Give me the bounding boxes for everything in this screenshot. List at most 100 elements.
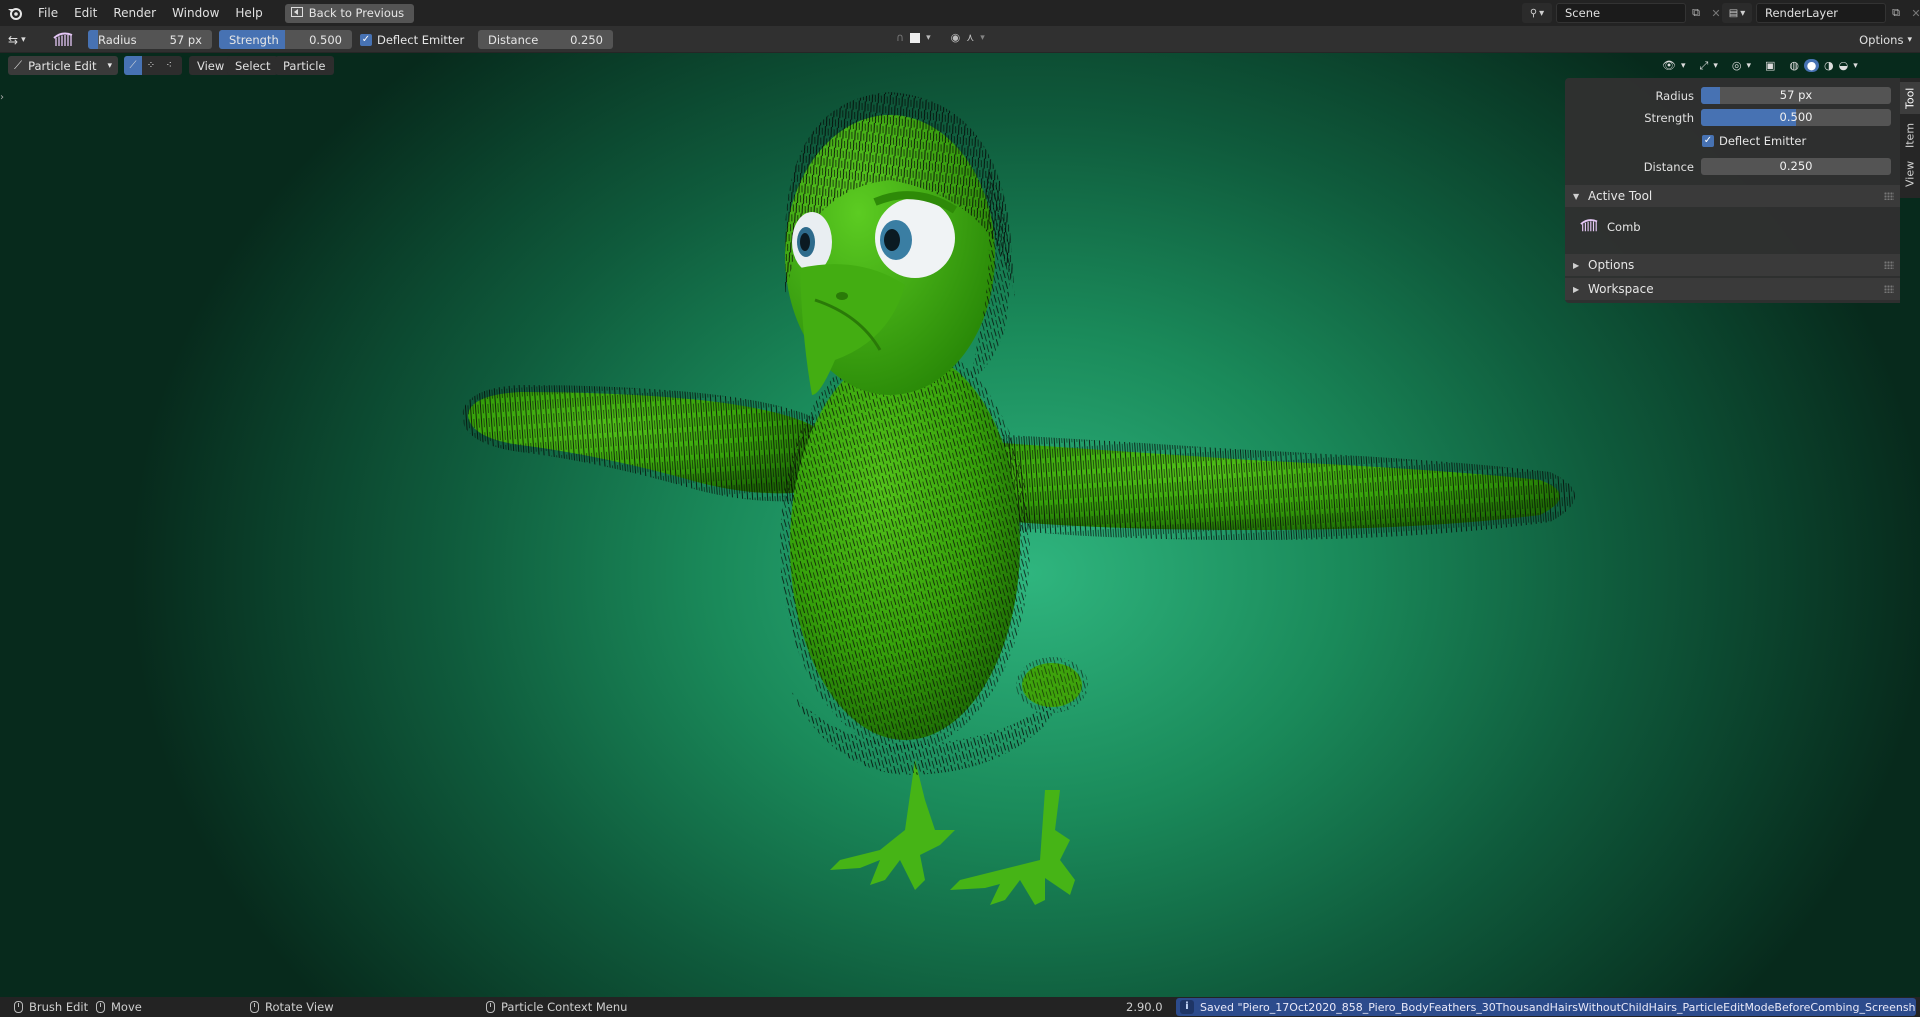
sidebar-strength-value: 0.500 xyxy=(1779,110,1813,124)
chevron-down-icon[interactable]: ▾ xyxy=(926,33,931,43)
back-icon xyxy=(290,6,303,20)
strength-field[interactable]: Strength 0.500 xyxy=(219,30,352,49)
sidebar-deflect-emitter-checkbox[interactable]: ✓ Deflect Emitter xyxy=(1702,134,1806,148)
point-mode-icon[interactable]: ⁘ xyxy=(142,56,160,75)
menu-help[interactable]: Help xyxy=(227,0,270,26)
magnet-icon[interactable]: ∩ xyxy=(896,31,904,44)
select-mode-buttons: ⟋ ⁘ ⁖ xyxy=(124,56,182,75)
sidebar-distance-label: Distance xyxy=(1643,160,1694,174)
viewport-header: ⟋ Particle Edit ▾ ⟋ ⁘ ⁖ View Select Part… xyxy=(0,53,1920,77)
view-layer-name-field[interactable]: RenderLayer xyxy=(1756,3,1886,23)
options-section-label: Options xyxy=(1588,258,1635,272)
new-scene-icon[interactable]: ⧉ xyxy=(1686,3,1706,23)
menu-view[interactable]: View xyxy=(189,56,233,75)
triangle-down-icon: ▼ xyxy=(1573,191,1580,201)
tab-item[interactable]: Item xyxy=(1900,118,1920,152)
menu-render[interactable]: Render xyxy=(105,0,164,26)
tip-mode-icon[interactable]: ⁖ xyxy=(160,56,178,75)
wireframe-shading-icon[interactable]: ◍ xyxy=(1789,59,1799,72)
sidebar-radius-label: Radius xyxy=(1655,89,1694,103)
mouse-left-icon xyxy=(14,1001,23,1013)
menu-edit[interactable]: Edit xyxy=(66,0,105,26)
options-dropdown[interactable]: Options ▾ xyxy=(1859,30,1912,49)
tool-settings-header: ⇆ ▾ Radius 57 px Strength 0.500 ✓ Deflect… xyxy=(0,26,1920,53)
scene-name-field[interactable]: Scene xyxy=(1556,3,1686,23)
new-view-layer-icon[interactable]: ⧉ xyxy=(1886,3,1906,23)
saved-report-message[interactable]: i Saved "Piero_17Oct2020_858_Piero_BodyF… xyxy=(1176,998,1916,1016)
toolbar-expand-icon[interactable]: › xyxy=(0,92,4,103)
path-mode-icon[interactable]: ⟋ xyxy=(124,56,142,75)
status-move-label: Move xyxy=(111,1000,142,1014)
blender-logo-icon[interactable] xyxy=(0,0,30,26)
info-icon: i xyxy=(1180,1000,1194,1014)
chevron-down-icon: ▾ xyxy=(107,60,112,71)
active-tool-section-header[interactable]: ▼ Active Tool xyxy=(1565,185,1900,207)
status-rotate-view: Rotate View xyxy=(250,997,334,1017)
active-tool-comb[interactable]: Comb xyxy=(1579,216,1641,237)
drag-grip-icon[interactable] xyxy=(1884,261,1894,269)
delete-view-layer-icon[interactable]: ✕ xyxy=(1906,3,1920,23)
menu-particle[interactable]: Particle xyxy=(275,56,334,75)
sidebar-distance-value: 0.250 xyxy=(1779,159,1813,173)
back-to-previous-label: Back to Previous xyxy=(308,6,405,20)
status-brush-edit-label: Brush Edit xyxy=(29,1000,89,1014)
back-to-previous-button[interactable]: Back to Previous xyxy=(284,3,415,23)
comb-brush-icon[interactable] xyxy=(52,29,74,49)
menu-file[interactable]: File xyxy=(30,0,66,26)
view-layer-icon: ▤ xyxy=(1728,7,1739,19)
visibility-icon[interactable]: 👁 xyxy=(1662,59,1676,72)
sidebar-distance-field[interactable]: 0.250 xyxy=(1701,158,1891,175)
mode-selector[interactable]: ⟋ Particle Edit ▾ xyxy=(8,56,118,75)
menu-select[interactable]: Select xyxy=(227,56,279,75)
options-section-header[interactable]: ▶ Options xyxy=(1565,254,1900,276)
checkbox-checked-icon: ✓ xyxy=(360,34,372,46)
tab-tool[interactable]: Tool xyxy=(1900,82,1920,114)
mouse-middle-icon xyxy=(250,1001,259,1013)
proportional-edit-icon[interactable]: ◉ xyxy=(951,31,961,44)
sidebar-distance-row: Distance 0.250 xyxy=(1565,158,1900,177)
chevron-down-icon[interactable]: ▾ xyxy=(980,33,985,43)
overlays-icon[interactable]: ◎ xyxy=(1732,59,1742,72)
xray-icon[interactable]: ▣ xyxy=(1765,59,1775,72)
deflect-emitter-checkbox[interactable]: ✓ Deflect Emitter xyxy=(360,33,464,47)
material-shading-icon[interactable]: ◑ xyxy=(1824,59,1834,72)
options-label: Options xyxy=(1859,32,1904,47)
body xyxy=(780,340,1088,775)
editor-type-button[interactable]: ⇆ ▾ xyxy=(8,30,40,49)
sidebar-deflect-emitter-label: Deflect Emitter xyxy=(1719,134,1807,148)
chevron-down-icon[interactable]: ▾ xyxy=(1746,61,1751,71)
drag-grip-icon[interactable] xyxy=(1884,192,1894,200)
distance-field[interactable]: Distance 0.250 xyxy=(478,30,613,49)
chevron-down-icon[interactable]: ▾ xyxy=(1713,61,1718,71)
triangle-right-icon: ▶ xyxy=(1573,260,1580,270)
gizmo-icon[interactable]: ⤢ xyxy=(1700,59,1709,73)
sidebar-radius-field[interactable]: 57 px xyxy=(1701,87,1891,104)
falloff-icon[interactable]: ⋏ xyxy=(966,31,974,44)
checkbox-checked-icon: ✓ xyxy=(1702,135,1714,147)
tab-view[interactable]: View xyxy=(1900,156,1920,192)
chevron-down-icon: ▾ xyxy=(1740,7,1746,19)
color-swatch-icon[interactable] xyxy=(910,32,921,43)
solid-shading-icon[interactable]: ● xyxy=(1804,59,1819,72)
scene-selector-button[interactable]: ⚲ ▾ xyxy=(1522,3,1552,23)
chevron-down-icon[interactable]: ▾ xyxy=(1853,61,1858,71)
drag-grip-icon[interactable] xyxy=(1884,285,1894,293)
mode-label: Particle Edit xyxy=(28,58,97,73)
rendered-shading-icon[interactable]: ◒ xyxy=(1839,59,1849,72)
menu-window[interactable]: Window xyxy=(164,0,227,26)
status-context-menu: Particle Context Menu xyxy=(486,997,627,1017)
chevron-down-icon: ▾ xyxy=(1907,34,1912,45)
radius-value: 57 px xyxy=(169,32,202,47)
radius-field[interactable]: Radius 57 px xyxy=(88,30,212,49)
workspace-section-header[interactable]: ▶ Workspace xyxy=(1565,278,1900,300)
top-menu-bar: File Edit Render Window Help Back to Pre… xyxy=(0,0,1920,26)
version-label: 2.90.0 xyxy=(1126,1000,1163,1014)
sidebar-strength-field[interactable]: 0.500 xyxy=(1701,109,1891,126)
status-context-menu-label: Particle Context Menu xyxy=(501,1000,628,1014)
sidebar-strength-row: Strength 0.500 xyxy=(1565,109,1900,128)
status-rotate-view-label: Rotate View xyxy=(265,1000,334,1014)
sidebar-tool-panel: Radius 57 px Strength 0.500 ✓ Deflect Em… xyxy=(1565,78,1900,303)
view-layer-selector-button[interactable]: ▤ ▾ xyxy=(1722,3,1752,23)
chevron-down-icon[interactable]: ▾ xyxy=(1681,61,1686,71)
comb-brush-icon xyxy=(1579,216,1599,237)
